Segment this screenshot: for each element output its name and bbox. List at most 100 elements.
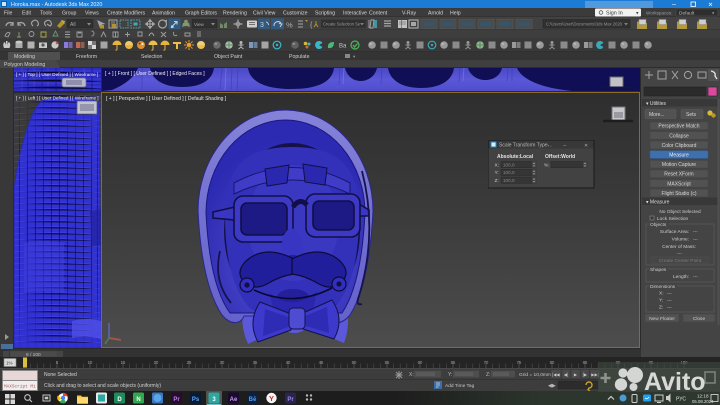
svg-text:60: 60 [418,360,423,365]
svg-text:Offset:World: Offset:World [545,154,575,160]
svg-text:Close: Close [693,316,706,322]
svg-text:100,0: 100,0 [503,178,515,183]
svg-text:Ae: Ae [230,397,238,403]
svg-text:◀|: ◀| [564,372,568,377]
svg-text:30: 30 [220,360,225,365]
svg-text:Help: Help [450,11,461,17]
svg-text:[ + ] [ Top ] [ User Defined ]: [ + ] [ Top ] [ User Defined ] [ Wirefra… [16,72,98,77]
svg-text:New Floater: New Floater [649,316,675,322]
svg-text:50: 50 [352,360,357,365]
svg-text:Modifiers: Modifiers [124,11,145,17]
svg-text:◀▶: ◀▶ [548,383,556,389]
svg-text:Bē: Bē [249,397,257,403]
svg-text:Default: Default [679,10,695,16]
svg-text:▾ Utilities: ▾ Utilities [646,101,667,107]
svg-text:Interactive: Interactive [343,11,367,17]
svg-text:...: ... [548,143,552,149]
svg-text:---: --- [667,306,672,311]
svg-text:View: View [194,22,205,27]
svg-text:Avito: Avito [644,368,706,395]
svg-text:More...: More... [649,112,665,118]
svg-text:65: 65 [451,360,456,365]
svg-text:15: 15 [121,360,126,365]
svg-text:X:: X: [659,291,664,297]
svg-text:Civil View: Civil View [253,11,276,17]
svg-text:Graph Editors: Graph Editors [185,11,217,17]
svg-text:{: { [310,22,313,29]
svg-text:%:: %: [544,162,550,168]
svg-text:Center of Mass:: Center of Mass: [662,244,696,250]
svg-text:Y:: Y: [495,170,499,176]
svg-text:Scripting: Scripting [315,11,335,17]
svg-text:Z:: Z: [659,305,663,311]
svg-text:[ + ] [ Front ] [ User Defined: [ + ] [ Front ] [ User Defined ] [ Edged… [105,71,205,77]
svg-text:85: 85 [583,360,588,365]
svg-text:---: --- [693,230,698,235]
svg-text:40: 40 [286,360,291,365]
svg-text:Dimensions: Dimensions [650,284,676,290]
svg-text:C:\Users\User\Documents\3ds Ma: C:\Users\User\Documents\3ds Max 2020 [546,22,623,27]
svg-text:None Selected: None Selected [44,372,77,378]
svg-text:Perspective Match: Perspective Match [658,124,699,130]
svg-text:Sign In: Sign In [606,11,623,17]
svg-text:3: 3 [260,22,264,29]
svg-text:Create Center Point: Create Center Point [659,258,702,264]
svg-text:Pr: Pr [173,397,180,403]
svg-text:Y: Y [269,394,274,403]
svg-text:Create Selection Se: Create Selection Se [323,22,361,27]
svg-text:Collapse: Collapse [669,133,689,139]
svg-text:Animation: Animation [152,11,175,17]
svg-text:45: 45 [319,360,324,365]
svg-text:Z:: Z: [486,372,490,378]
svg-text:Ps: Ps [192,397,200,403]
svg-text:Reset XForm: Reset XForm [664,172,693,178]
svg-text:Volume:: Volume: [672,237,689,243]
svg-text:✕: ✕ [584,143,588,149]
svg-text:Color Clipboard: Color Clipboard [662,143,697,149]
svg-text:100,0: 100,0 [503,162,515,167]
svg-text:---: --- [667,292,672,297]
svg-text:No Object Selected: No Object Selected [659,209,701,215]
svg-text:Rendering: Rendering [223,11,247,17]
svg-text:Content: Content [369,11,388,17]
svg-text:Group: Group [62,11,77,17]
svg-text:[ + ] [ Left ] [ User Defined: [ + ] [ Left ] [ User Defined ] [ Wirefr… [16,96,99,101]
svg-text:Ba: Ba [339,44,347,50]
svg-text:Workspaces:: Workspaces: [646,10,672,15]
svg-text:Edit: Edit [22,11,31,17]
svg-text:Absolute:Local: Absolute:Local [497,154,534,160]
svg-text:Motion Capture: Motion Capture [662,162,696,168]
svg-text:Create: Create [107,11,123,17]
svg-text:75: 75 [517,360,522,365]
svg-text:X:: X: [495,162,500,168]
svg-text:35: 35 [253,360,258,365]
svg-text:–: – [672,1,676,8]
svg-text:70: 70 [484,360,489,365]
svg-text:---: --- [667,299,672,304]
svg-text:25: 25 [187,360,192,365]
svg-text:Shapes: Shapes [650,267,667,273]
svg-text:РУС: РУС [676,397,686,403]
svg-text:All: All [70,22,76,28]
svg-text:100,0: 100,0 [503,170,515,175]
svg-text:X:: X: [409,372,414,378]
svg-text:Views: Views [85,11,99,17]
svg-text:Measure: Measure [669,153,689,159]
svg-text:Flight Studio (c): Flight Studio (c) [661,191,696,197]
svg-text:Add Time Tag: Add Time Tag [445,383,475,389]
svg-text:Pr: Pr [287,397,294,403]
svg-text:|◀◀: |◀◀ [552,372,560,377]
svg-text:---: --- [693,275,698,280]
svg-text:▾ Measure: ▾ Measure [646,200,670,206]
svg-text:MAXScript: MAXScript [667,181,691,187]
svg-text:Sets: Sets [686,112,697,118]
svg-text:Y:: Y: [448,372,452,378]
svg-text:▾: ▾ [353,54,356,59]
svg-text:Click and drag to select and s: Click and drag to select and scale objec… [44,383,161,389]
svg-text:Tools: Tools [40,11,53,17]
svg-text:V-Ray: V-Ray [402,11,417,17]
svg-text:Arnold: Arnold [428,11,443,17]
svg-text:80: 80 [550,360,555,365]
svg-text:[ + ] [ Perspective ] [ User D: [ + ] [ Perspective ] [ User Defined ] [… [106,96,227,102]
svg-text:%: % [286,21,293,30]
